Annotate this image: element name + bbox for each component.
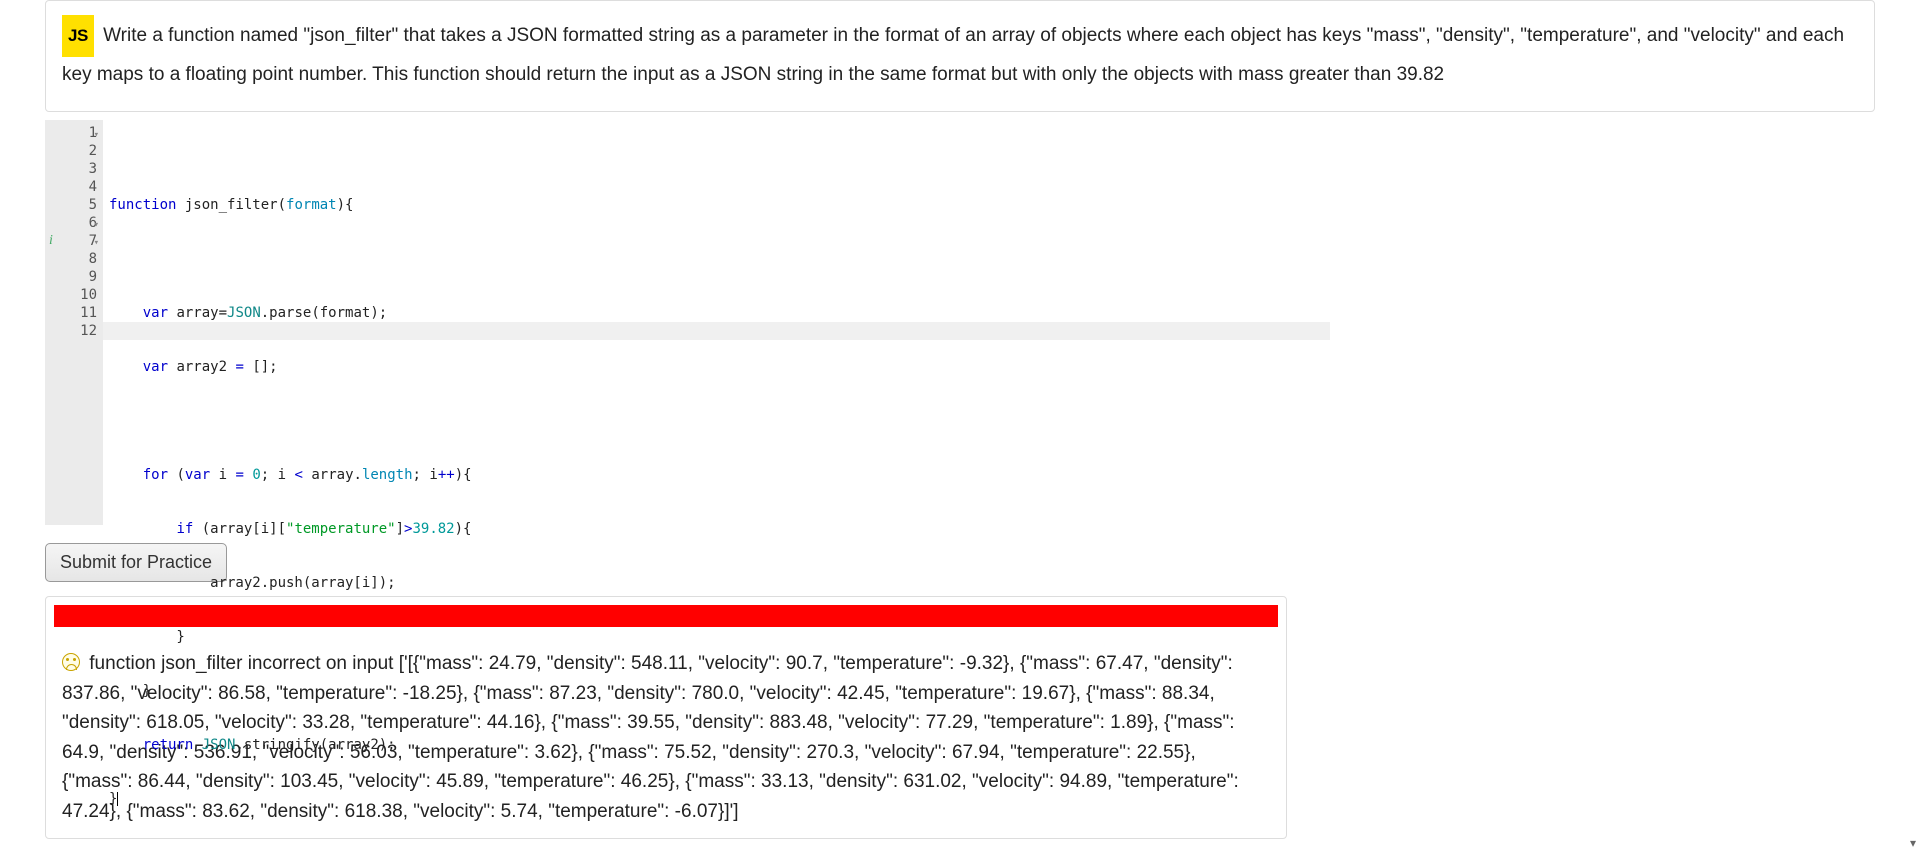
code-token [193,737,201,753]
code-token: ){ [455,521,472,537]
code-token: format [286,197,337,213]
code-token: } [109,683,151,699]
js-badge: JS [62,15,94,57]
active-line-highlight [103,322,1330,340]
line-number: 9 [89,269,97,285]
code-token: ; i [261,467,295,483]
code-area[interactable]: function json_filter(format){ var array=… [103,120,1330,525]
code-token: ){ [337,197,354,213]
code-token: array. [303,467,362,483]
code-token: array2 [168,359,235,375]
code-token: 39.82 [412,521,454,537]
code-token: } [109,629,185,645]
code-token: var [143,359,168,375]
line-number: 12 [80,323,97,339]
sad-icon [62,653,80,671]
info-icon[interactable]: i [49,232,53,250]
code-token: i [210,467,235,483]
line-number: 4 [89,179,97,195]
line-number: 11 [80,305,97,321]
problem-statement-box: JS Write a function named "json_filter" … [45,0,1875,112]
code-token: JSON [202,737,236,753]
code-token [109,359,143,375]
code-token [109,305,143,321]
code-token: ; i [413,467,438,483]
code-token: } [109,791,117,807]
line-number: 3 [89,161,97,177]
code-token: < [295,467,303,483]
text-cursor [117,792,118,806]
code-token: function [109,197,176,213]
code-token: "temperature" [286,521,396,537]
problem-statement: JS Write a function named "json_filter" … [62,15,1858,93]
code-token: ] [396,521,404,537]
editor-gutter: 1▾ 2 3 4 5 6▾ i7▾ 8 9 10 11 12 [45,120,103,525]
code-token: for [143,467,168,483]
problem-text-part1: Write a function named "json_filter" tha… [103,25,1678,46]
code-token: length [362,467,413,483]
line-number: 8 [89,251,97,267]
code-token: []; [244,359,278,375]
scroll-indicator-icon[interactable]: ▾ [1910,836,1916,850]
code-token: ( [278,197,286,213]
code-token: = [235,467,243,483]
code-token: ++ [438,467,455,483]
code-token: (array[i][ [193,521,286,537]
code-token: array2.push(array[i]); [109,575,396,591]
line-number: 10 [80,287,97,303]
code-token: .parse(format); [261,305,387,321]
code-token: .stringify(array2); [235,737,395,753]
code-token: ( [168,467,185,483]
code-token [109,737,143,753]
code-token: JSON [227,305,261,321]
line-number: 5 [89,197,97,213]
line-number: 2 [89,143,97,159]
code-token: array= [168,305,227,321]
code-token: ){ [455,467,472,483]
code-token: if [176,521,193,537]
code-token [109,521,176,537]
code-editor[interactable]: 1▾ 2 3 4 5 6▾ i7▾ 8 9 10 11 12 function … [45,120,1330,525]
code-token: 0 [252,467,260,483]
code-token: json_filter [176,197,277,213]
code-token: return [143,737,194,753]
code-token: = [235,359,243,375]
code-token [109,467,143,483]
code-token: var [185,467,210,483]
code-token: var [143,305,168,321]
